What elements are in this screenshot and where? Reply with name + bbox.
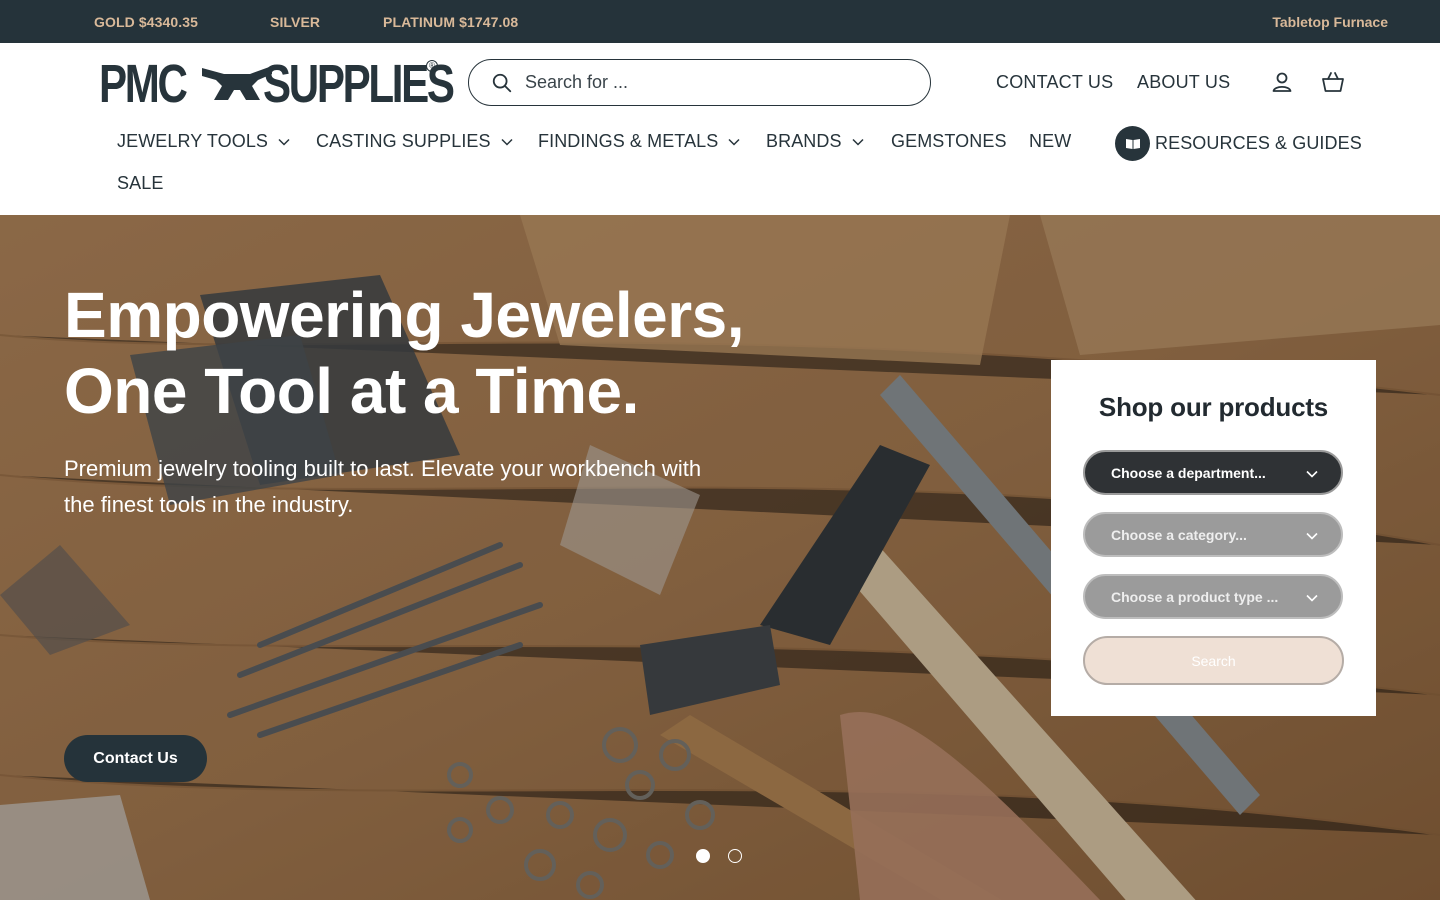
shop-panel-title: Shop our products <box>1098 392 1329 422</box>
department-select-label: Choose a department... <box>1111 464 1266 481</box>
nav-resources-guides[interactable]: RESOURCES & GUIDES <box>1115 126 1362 161</box>
shop-products-panel: Shop our products Choose a department...… <box>1051 360 1376 716</box>
slide-dot-1[interactable] <box>696 849 710 863</box>
book-icon <box>1115 126 1150 161</box>
chevron-down-icon <box>728 138 740 146</box>
contact-us-button[interactable]: Contact Us <box>64 735 207 782</box>
logo-text-right: SUPPLIES <box>263 54 455 114</box>
department-select[interactable]: Choose a department... <box>1083 450 1343 495</box>
nav-brands[interactable]: BRANDS <box>766 131 865 152</box>
chevron-down-icon <box>852 138 864 146</box>
product-type-select[interactable]: Choose a product type ... <box>1083 574 1343 619</box>
nav-label: SALE <box>117 173 164 193</box>
contact-us-link[interactable]: CONTACT US <box>996 72 1113 93</box>
hero-banner: Empowering Jewelers, One Tool at a Time.… <box>0 215 1440 900</box>
nav-findings-metals[interactable]: FINDINGS & METALS <box>538 131 741 152</box>
promo-link[interactable]: Tabletop Furnace <box>1272 14 1388 30</box>
gold-price: GOLD $4340.35 <box>94 14 199 30</box>
nav-label: BRANDS <box>766 131 842 151</box>
about-us-link[interactable]: ABOUT US <box>1137 72 1230 93</box>
silver-price: SILVER <box>270 14 321 30</box>
nav-sale[interactable]: SALE <box>117 173 163 194</box>
search-input[interactable] <box>525 72 905 93</box>
slide-dot-2[interactable] <box>728 849 742 863</box>
registered-mark: ® <box>426 60 438 72</box>
nav-new[interactable]: NEW <box>1029 131 1071 152</box>
anvil-icon <box>202 66 272 100</box>
search-bar[interactable] <box>468 59 931 106</box>
nav-label: RESOURCES & GUIDES <box>1155 133 1362 153</box>
chevron-down-icon <box>1306 470 1318 478</box>
chevron-down-icon <box>1306 594 1318 602</box>
shop-search-button[interactable]: Search <box>1083 636 1344 685</box>
account-icon[interactable] <box>1270 70 1294 94</box>
nav-label: FINDINGS & METALS <box>538 131 719 151</box>
hero-subtitle: Premium jewelry tooling built to last. E… <box>64 456 702 517</box>
platinum-price: PLATINUM $1747.08 <box>383 14 519 30</box>
cart-icon[interactable] <box>1321 70 1345 94</box>
nav-jewelry-tools[interactable]: JEWELRY TOOLS <box>117 131 291 152</box>
nav-gemstones[interactable]: GEMSTONES <box>891 131 1007 152</box>
chevron-down-icon <box>278 138 290 146</box>
nav-label: JEWELRY TOOLS <box>117 131 269 151</box>
metal-prices-bar: GOLD $4340.35 SILVER PLATINUM $1747.08 T… <box>0 0 1440 43</box>
category-select[interactable]: Choose a category... <box>1083 512 1343 557</box>
nav-label: NEW <box>1029 131 1072 151</box>
site-header: PMC SUPPLIES ® CONTACT US ABOUT US JEWEL… <box>0 43 1440 215</box>
category-select-label: Choose a category... <box>1111 526 1247 543</box>
logo-text-left: PMC <box>99 54 188 114</box>
search-icon[interactable] <box>491 72 513 94</box>
product-type-select-label: Choose a product type ... <box>1111 588 1279 605</box>
nav-label: CASTING SUPPLIES <box>316 131 491 151</box>
chevron-down-icon <box>501 138 513 146</box>
chevron-down-icon <box>1306 532 1318 540</box>
nav-casting-supplies[interactable]: CASTING SUPPLIES <box>316 131 514 152</box>
nav-label: GEMSTONES <box>891 131 1007 151</box>
hero-title: Empowering Jewelers, One Tool at a Time. <box>64 279 745 427</box>
slide-indicators <box>696 849 742 863</box>
